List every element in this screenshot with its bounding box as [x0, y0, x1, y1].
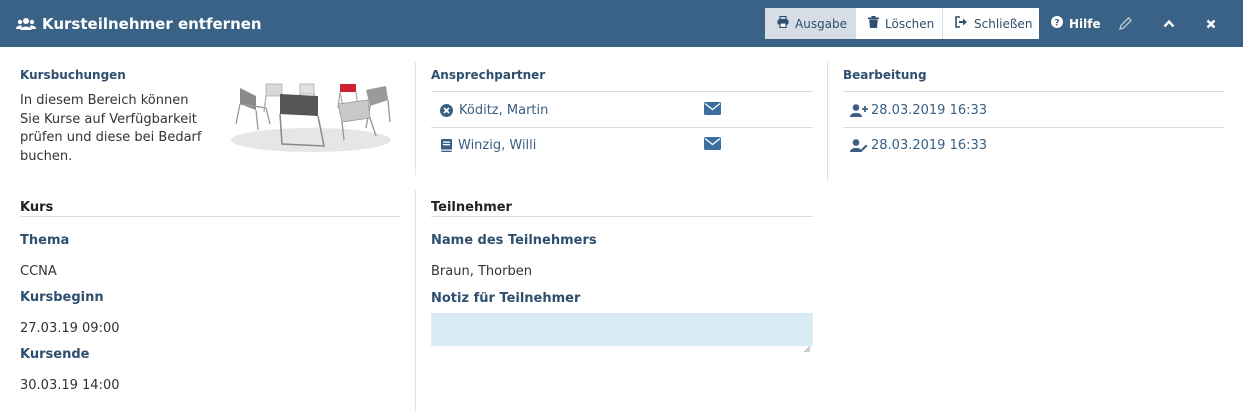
divider: [827, 62, 828, 182]
ausgabe-button[interactable]: Ausgabe: [765, 8, 855, 39]
notiz-label: Notiz für Teilnehmer: [431, 291, 581, 306]
schliessen-button[interactable]: Schließen: [942, 8, 1039, 39]
kursbeginn-label: Kursbeginn: [20, 290, 104, 305]
user-edit-icon: [850, 138, 868, 152]
user-plus-icon: [850, 103, 868, 117]
contact-row[interactable]: Winzig, Willi: [440, 136, 536, 154]
window-title-text: Kursteilnehmer entfernen: [42, 14, 262, 33]
teilnehmer-name-value: Braun, Thorben: [431, 264, 532, 279]
divider: [843, 127, 1224, 128]
window-title: Kursteilnehmer entfernen: [16, 0, 262, 47]
divider: [431, 91, 813, 92]
teilnehmer-heading: Teilnehmer: [431, 200, 512, 215]
divider: [415, 62, 416, 175]
divider: [843, 91, 1224, 92]
header-bar: Kursteilnehmer entfernen Ausgabe Löschen…: [0, 0, 1243, 47]
created-date: 28.03.2019 16:33: [871, 102, 988, 118]
thema-value: CCNA: [20, 264, 57, 279]
teilnehmer-name-label: Name des Teilnehmers: [431, 233, 597, 248]
chevron-up-icon[interactable]: [1153, 8, 1184, 39]
pencil-icon[interactable]: [1110, 8, 1141, 39]
kursbuchungen-description: In diesem Bereich können Sie Kurse auf V…: [20, 93, 202, 164]
kurs-heading: Kurs: [20, 200, 54, 215]
loeschen-button[interactable]: Löschen: [855, 8, 942, 39]
notiz-textarea[interactable]: [431, 313, 813, 346]
times-circle-icon: [440, 103, 453, 117]
divider: [431, 127, 813, 128]
kursende-label: Kursende: [20, 347, 90, 362]
close-icon[interactable]: [1195, 8, 1226, 39]
print-icon: [777, 15, 789, 31]
bearbeitung-label: Bearbeitung: [843, 68, 927, 82]
svg-text:?: ?: [1054, 19, 1059, 29]
divider: [415, 190, 416, 411]
chairs-illustration: [226, 78, 396, 154]
envelope-icon[interactable]: [704, 100, 721, 119]
users-icon: [16, 17, 36, 31]
thema-label: Thema: [20, 233, 70, 248]
contact-name: Winzig, Willi: [458, 137, 537, 153]
divider: [431, 216, 813, 217]
book-icon: [440, 138, 452, 152]
resize-grip-icon[interactable]: [803, 337, 810, 356]
kursende-value: 30.03.19 14:00: [20, 378, 120, 393]
sign-out-icon: [955, 16, 968, 31]
edited-date: 28.03.2019 16:33: [871, 137, 988, 153]
envelope-icon[interactable]: [704, 135, 721, 154]
toolbar: Ausgabe Löschen Schließen ? Hilfe: [765, 8, 1101, 39]
question-circle-icon: ?: [1051, 16, 1063, 31]
contact-row[interactable]: Köditz, Martin: [440, 101, 548, 119]
trash-icon: [868, 16, 879, 31]
divider: [20, 216, 400, 217]
edited-row: 28.03.2019 16:33: [850, 136, 987, 154]
created-row: 28.03.2019 16:33: [850, 101, 987, 119]
hilfe-button[interactable]: ? Hilfe: [1039, 8, 1101, 39]
kursbeginn-value: 27.03.19 09:00: [20, 321, 120, 336]
kursbuchungen-label: Kursbuchungen: [20, 68, 126, 82]
ansprechpartner-label: Ansprechpartner: [431, 68, 546, 82]
contact-name: Köditz, Martin: [459, 102, 549, 118]
